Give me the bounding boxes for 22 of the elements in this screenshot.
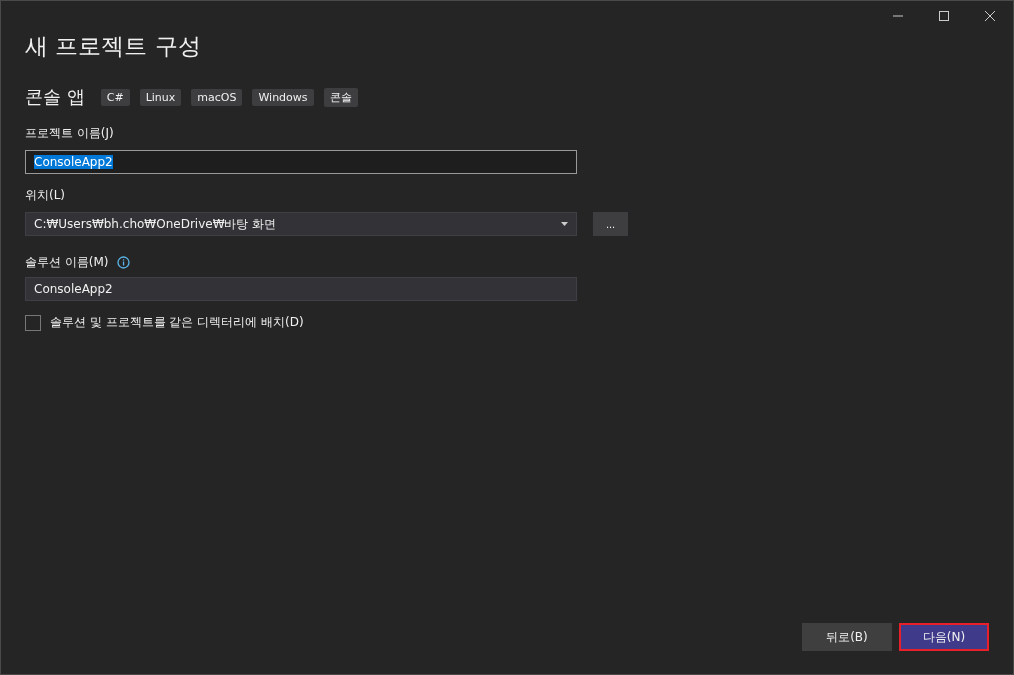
tag: 콘솔 (323, 87, 358, 107)
window-title: 새 프로젝트 구성 (25, 32, 202, 61)
tag: C# (100, 88, 130, 106)
input-field[interactable]: ConsoleApp2 (25, 150, 577, 174)
checkbox-label: 솔루션 및 프로젝트를 같은 디렉터리에 배치(D) (50, 314, 304, 331)
maximize-icon (938, 10, 950, 22)
tag: Linux (139, 88, 182, 106)
dropdown-caret-icon (561, 222, 568, 226)
browse-button[interactable]: ... (593, 212, 628, 236)
next-button[interactable]: 다음(N) (899, 623, 989, 651)
checkbox[interactable] (25, 314, 41, 331)
field-label: 위치(L) (25, 187, 67, 204)
back-button[interactable]: 뒤로(B) (802, 623, 892, 651)
tag: macOS (191, 88, 243, 106)
input-field[interactable]: ConsoleApp2 (25, 277, 577, 301)
location-dropdown[interactable]: C:₩Users₩bh.cho₩OneDrive₩바탕 화면 (25, 212, 577, 236)
field-label: 프로젝트 이름(J) (25, 125, 115, 142)
tag: Windows (252, 88, 314, 106)
info-icon[interactable] (116, 256, 130, 269)
close-icon (984, 10, 996, 22)
template-name: 콘솔 앱 (25, 85, 85, 109)
field-label: 솔루션 이름(M) (25, 254, 109, 271)
